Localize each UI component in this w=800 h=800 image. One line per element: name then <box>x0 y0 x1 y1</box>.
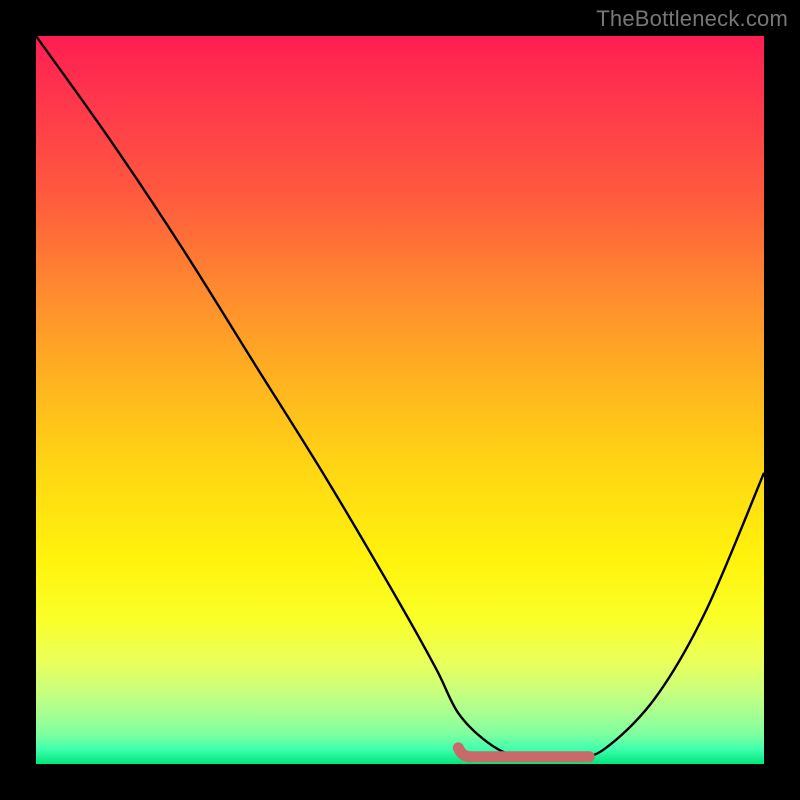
plot-area <box>36 36 764 764</box>
bottleneck-curve <box>36 36 764 764</box>
curve-path <box>36 36 764 758</box>
flat-marker <box>458 748 589 757</box>
chart-frame: TheBottleneck.com <box>0 0 800 800</box>
watermark-text: TheBottleneck.com <box>596 6 788 32</box>
